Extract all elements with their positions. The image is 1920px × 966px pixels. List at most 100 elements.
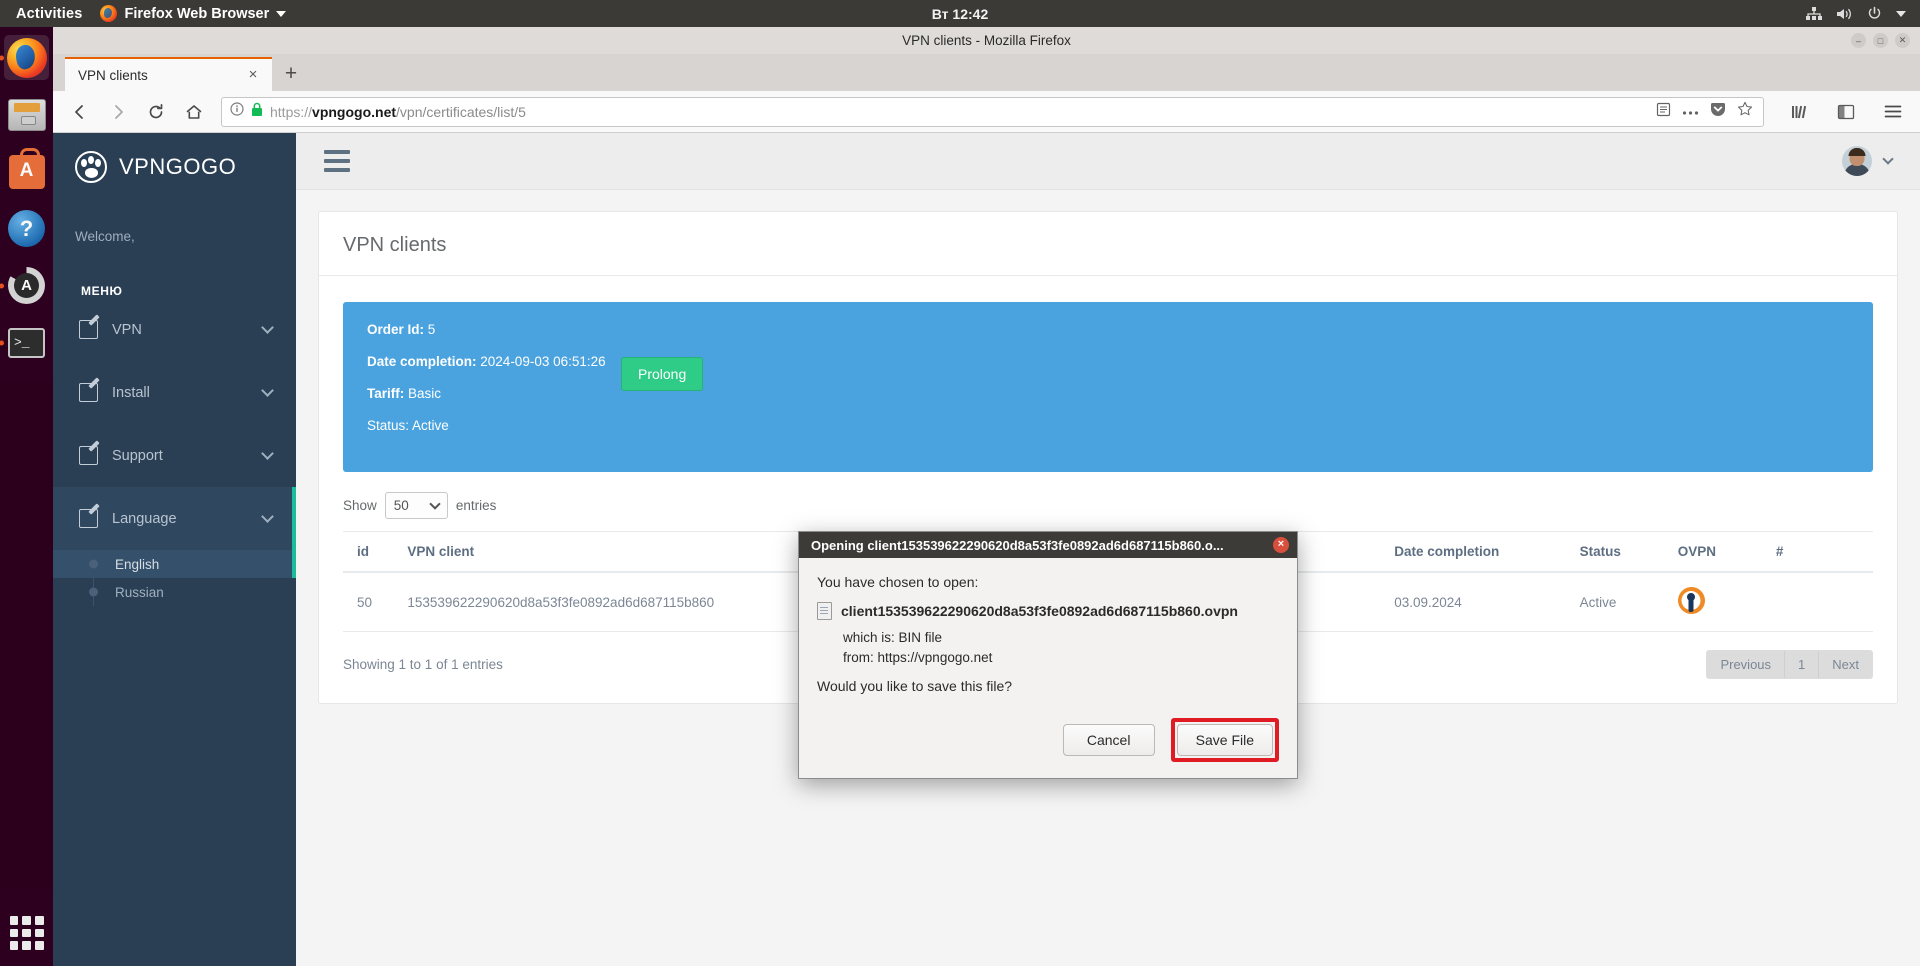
home-button[interactable] xyxy=(177,97,211,127)
order-id-label: Order Id: xyxy=(367,322,425,337)
volume-icon[interactable] xyxy=(1836,7,1853,21)
table-length-control: Show 50 entries xyxy=(319,472,1897,519)
app-menu-button[interactable]: Firefox Web Browser xyxy=(100,5,287,22)
dialog-body: You have chosen to open: client153539622… xyxy=(799,558,1297,708)
chevron-down-icon xyxy=(261,384,274,397)
minimize-button[interactable]: – xyxy=(1851,33,1866,48)
reload-button[interactable] xyxy=(139,97,173,127)
bullet-icon xyxy=(89,559,98,569)
save-file-button[interactable]: Save File xyxy=(1176,724,1273,756)
tab-title: VPN clients xyxy=(78,67,148,83)
clock[interactable]: Вт 12:42 xyxy=(0,6,1920,22)
dock-item-files[interactable] xyxy=(4,92,49,137)
cell-ovpn xyxy=(1665,571,1764,632)
order-info-panel: Order Id: 5 Date completion: 2024-09-03 … xyxy=(343,302,1873,472)
library-icon[interactable] xyxy=(1782,97,1816,127)
sidebar-item-vpn[interactable]: VPN xyxy=(53,298,296,361)
firefox-icon xyxy=(6,37,47,78)
show-applications-button[interactable] xyxy=(9,916,44,950)
brand-logo[interactable]: VPNGOGO xyxy=(53,133,296,201)
user-menu[interactable] xyxy=(1842,146,1894,176)
dock-item-software[interactable] xyxy=(4,147,49,194)
dialog-title: Opening client153539622290620d8a53f3fe08… xyxy=(811,537,1224,553)
cancel-button[interactable]: Cancel xyxy=(1062,724,1155,756)
avatar[interactable] xyxy=(1842,146,1872,176)
cell-status: Active xyxy=(1567,571,1666,632)
chevron-down-icon xyxy=(261,510,274,523)
column-header-hash[interactable]: # xyxy=(1763,531,1873,573)
ubuntu-software-icon xyxy=(8,147,45,189)
tariff-value: Basic xyxy=(408,386,442,401)
power-icon[interactable] xyxy=(1867,6,1882,21)
chevron-down-icon[interactable] xyxy=(1882,152,1894,165)
dock-item-terminal[interactable]: >_ xyxy=(4,320,49,365)
lock-icon[interactable] xyxy=(251,102,263,122)
dock-item-updater[interactable] xyxy=(4,263,49,308)
url-bar[interactable]: https://vpngogo.net/vpn/certificates/lis… xyxy=(221,96,1764,127)
divider xyxy=(319,275,1897,276)
software-updater-icon xyxy=(8,267,45,304)
firefox-window: VPN clients - Mozilla Firefox – □ ✕ VPN … xyxy=(53,27,1920,966)
page-info-icon[interactable] xyxy=(230,102,244,121)
sidebar-toggle-button[interactable] xyxy=(324,150,350,172)
chevron-down-icon xyxy=(261,447,274,460)
chevron-down-icon xyxy=(276,10,287,17)
prolong-button[interactable]: Prolong xyxy=(621,357,704,391)
reader-mode-icon[interactable] xyxy=(1656,102,1671,122)
pocket-icon[interactable] xyxy=(1710,102,1726,122)
sidebar-item-support[interactable]: Support xyxy=(53,424,296,487)
entries-label: entries xyxy=(455,498,497,513)
sidebar-item-label: Language xyxy=(112,510,177,527)
sidebar-toggle-icon[interactable] xyxy=(1829,97,1863,127)
dialog-filetype-line: which is: BIN file xyxy=(817,630,1279,645)
cell-hash xyxy=(1763,571,1873,632)
maximize-button[interactable]: □ xyxy=(1873,33,1888,48)
sidebar-subitem-label: English xyxy=(115,556,160,572)
firefox-icon xyxy=(100,5,118,22)
pagination-next[interactable]: Next xyxy=(1819,651,1872,678)
app-menu-label: Firefox Web Browser xyxy=(124,5,270,22)
column-header-status[interactable]: Status xyxy=(1567,531,1666,573)
sidebar-subitem-label: Russian xyxy=(115,584,164,600)
close-button[interactable]: ✕ xyxy=(1895,33,1910,48)
chevron-down-icon[interactable] xyxy=(1896,10,1906,17)
date-completion-row: Date completion: 2024-09-03 06:51:26 xyxy=(367,354,1849,369)
entries-select[interactable]: 50 xyxy=(384,492,448,519)
column-header-id[interactable]: id xyxy=(343,531,396,573)
dock-item-firefox[interactable] xyxy=(4,35,49,80)
content-topbar xyxy=(296,133,1920,190)
window-titlebar: VPN clients - Mozilla Firefox – □ ✕ xyxy=(53,27,1920,54)
menu-dots-icon[interactable] xyxy=(1682,103,1699,121)
bookmark-star-icon[interactable] xyxy=(1737,101,1753,122)
column-header-ovpn[interactable]: OVPN xyxy=(1665,531,1764,573)
pagination-previous[interactable]: Previous xyxy=(1707,651,1786,678)
sidebar-subitem-russian[interactable]: Russian xyxy=(53,578,296,606)
sidebar-item-language[interactable]: Language xyxy=(53,487,296,550)
activities-button[interactable]: Activities xyxy=(16,6,82,22)
close-icon[interactable]: × xyxy=(1273,537,1289,553)
hamburger-menu-icon[interactable] xyxy=(1876,97,1910,127)
forward-button[interactable] xyxy=(101,97,135,127)
status-label: Status: xyxy=(367,418,410,433)
welcome-text: Welcome, xyxy=(75,229,135,244)
network-icon[interactable] xyxy=(1806,6,1822,21)
new-tab-button[interactable]: + xyxy=(275,59,307,91)
browser-tab[interactable]: VPN clients × xyxy=(65,57,272,91)
tariff-row: Tariff: Basic xyxy=(367,386,1849,401)
openvpn-icon[interactable] xyxy=(1677,587,1705,614)
tab-strip: VPN clients × + xyxy=(53,54,1920,91)
date-completion-label: Date completion: xyxy=(367,354,477,369)
back-button[interactable] xyxy=(63,97,97,127)
dock-item-help[interactable]: ? xyxy=(4,206,49,251)
cell-date: 03.09.2024 xyxy=(1382,571,1568,632)
pagination-page-1[interactable]: 1 xyxy=(1785,651,1820,678)
tab-close-icon[interactable]: × xyxy=(244,66,262,84)
sidebar-subitem-english[interactable]: English xyxy=(53,550,296,578)
navigation-toolbar: https://vpngogo.net/vpn/certificates/lis… xyxy=(53,91,1920,133)
column-header-date[interactable]: Date completion xyxy=(1382,531,1568,573)
open-file-dialog: Opening client153539622290620d8a53f3fe08… xyxy=(798,531,1298,779)
chevron-down-icon xyxy=(429,497,441,510)
dialog-file-line: client153539622290620d8a53f3fe0892ad6d68… xyxy=(817,602,1279,620)
sidebar-item-install[interactable]: Install xyxy=(53,361,296,424)
showing-entries-text: Showing 1 to 1 of 1 entries xyxy=(343,657,503,672)
